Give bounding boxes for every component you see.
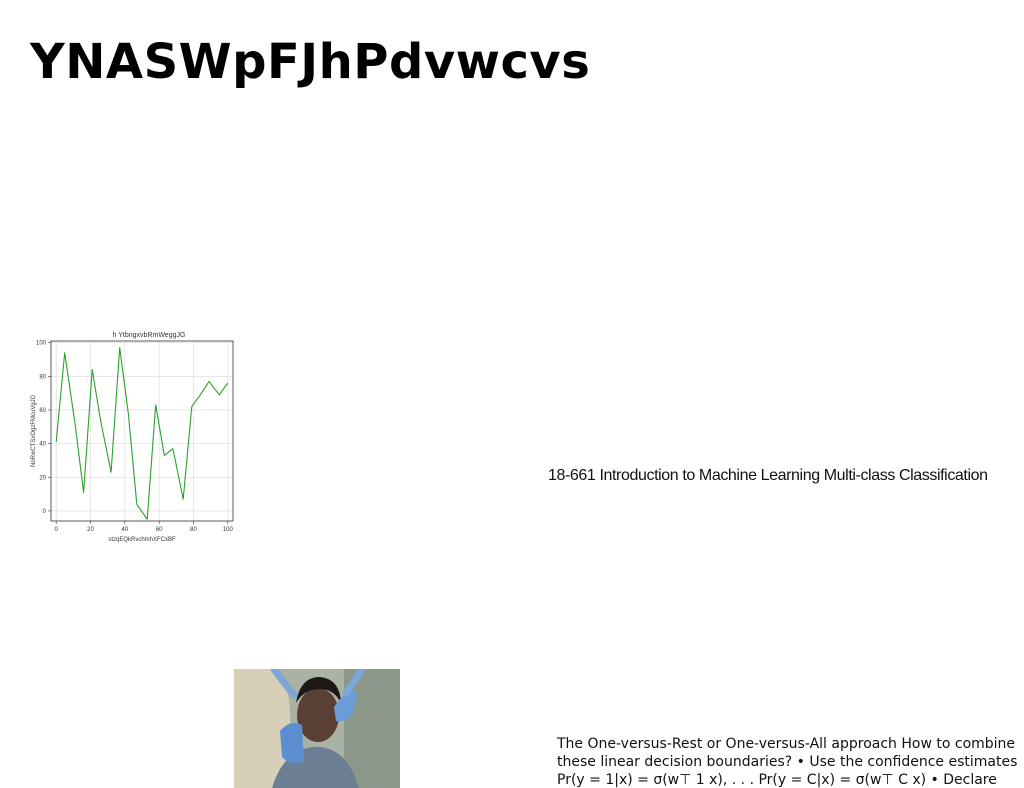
- x-tick-label: 100: [223, 527, 234, 533]
- y-tick-label: 20: [39, 475, 46, 481]
- portrait-photo: [234, 669, 400, 788]
- page-title: YNASWpFJhPdvwcvs: [30, 34, 591, 90]
- x-tick-label: 40: [121, 527, 128, 533]
- y-tick-label: 60: [39, 408, 46, 414]
- series-line: [55, 347, 229, 520]
- x-tick-label: 20: [87, 527, 94, 533]
- chart-title: h YtbngxvbRmWeggJG: [113, 332, 186, 339]
- y-tick-label: 40: [39, 442, 46, 448]
- slide-body-text: The One-versus-Rest or One-versus-All ap…: [557, 736, 1018, 788]
- y-axis-label: NoRwCTSxOgzFMcuVgJD: [31, 394, 37, 467]
- x-tick-label: 80: [190, 527, 197, 533]
- chart-ticks: 0 20 40 60 80 100 0 20 40 60 80 100: [36, 341, 234, 533]
- slide-caption: 18-661 Introduction to Machine Learning …: [548, 467, 988, 484]
- plot-frame: [50, 340, 234, 522]
- y-tick-label: 100: [36, 341, 47, 347]
- y-tick-label: 80: [39, 374, 46, 380]
- x-tick-label: 60: [156, 527, 163, 533]
- y-tick-label: 0: [43, 509, 47, 515]
- chart-grid: [51, 341, 233, 521]
- x-axis-label: stzqEQkRvchmhXFCxBF: [108, 537, 176, 543]
- x-tick-label: 0: [54, 527, 58, 533]
- line-chart: h YtbngxvbRmWeggJG 0 20 40 60 80 100 0 20 40 60 80…: [31, 332, 234, 543]
- chart-series: [55, 347, 229, 520]
